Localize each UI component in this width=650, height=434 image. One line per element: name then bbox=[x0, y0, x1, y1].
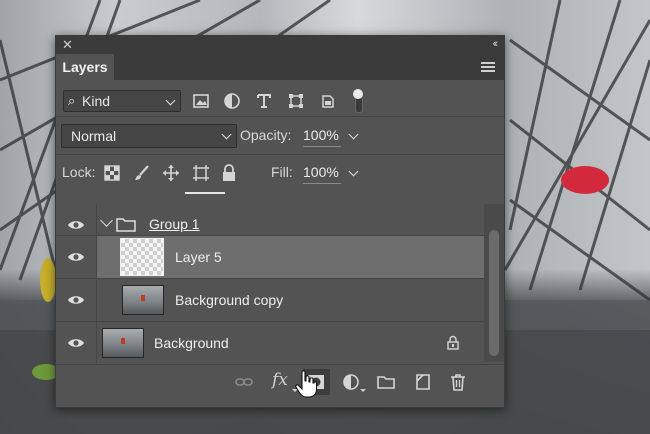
folder-icon bbox=[116, 218, 136, 232]
delete-layer-icon[interactable] bbox=[448, 372, 468, 392]
divider bbox=[96, 322, 97, 364]
layers-scrollbar[interactable] bbox=[484, 204, 504, 362]
divider bbox=[96, 279, 97, 321]
hand-pointer-cursor-icon bbox=[295, 370, 317, 398]
toggle-track bbox=[355, 97, 363, 113]
chevron-down-icon bbox=[221, 129, 232, 140]
layer-row[interactable]: Background bbox=[56, 322, 484, 364]
layer-name: Layer 5 bbox=[175, 249, 222, 265]
filter-kind-label: Kind bbox=[82, 93, 111, 109]
tab-layers[interactable]: Layers bbox=[56, 54, 114, 80]
link-layers-icon[interactable] bbox=[234, 372, 254, 392]
visibility-cell bbox=[56, 322, 96, 364]
layer-name: Background copy bbox=[175, 292, 284, 308]
filter-toggle-switch[interactable] bbox=[353, 89, 363, 113]
thumbnail-detail bbox=[141, 295, 145, 301]
visibility-cell bbox=[56, 236, 96, 278]
lock-all-icon[interactable] bbox=[220, 164, 238, 182]
layer-name: Background bbox=[154, 335, 229, 351]
expand-chevron-icon[interactable] bbox=[100, 214, 113, 227]
fill-value: 100% bbox=[303, 164, 339, 180]
divider bbox=[56, 154, 504, 155]
panel-titlebar: ✕ ‹‹ bbox=[56, 36, 504, 54]
divider bbox=[96, 236, 97, 278]
lock-position-icon[interactable] bbox=[162, 164, 180, 182]
layer-name: Group 1 bbox=[149, 216, 200, 232]
close-icon[interactable]: ✕ bbox=[62, 37, 73, 53]
visibility-cell bbox=[56, 279, 96, 321]
lock-label: Lock: bbox=[62, 164, 96, 180]
eye-icon[interactable] bbox=[67, 251, 85, 263]
opacity-label: Opacity: bbox=[240, 127, 292, 143]
panel-menu-icon[interactable] bbox=[481, 62, 495, 72]
chevron-down-icon bbox=[165, 95, 176, 106]
red-object bbox=[561, 166, 609, 194]
filter-kind-dropdown[interactable]: ⌕ Kind bbox=[63, 90, 181, 112]
adjustment-filter-icon[interactable] bbox=[223, 92, 241, 110]
new-group-icon[interactable] bbox=[376, 372, 396, 392]
image-filter-icon[interactable] bbox=[192, 92, 210, 110]
smart-object-filter-icon[interactable] bbox=[319, 92, 337, 110]
chevron-down-icon bbox=[348, 129, 359, 140]
chevron-down-icon bbox=[348, 166, 359, 177]
eye-icon[interactable] bbox=[67, 337, 85, 349]
panel-tab-row: Layers bbox=[56, 54, 504, 80]
shape-filter-icon[interactable] bbox=[287, 92, 305, 110]
eye-icon[interactable] bbox=[67, 294, 85, 306]
search-icon: ⌕ bbox=[68, 93, 76, 108]
toggle-knob bbox=[353, 89, 363, 99]
blend-mode-dropdown[interactable]: Normal bbox=[61, 124, 237, 148]
collapse-panel-icon[interactable]: ‹‹ bbox=[493, 38, 499, 50]
scrollbar-thumb[interactable] bbox=[489, 230, 499, 356]
lock-icon[interactable] bbox=[446, 335, 460, 350]
type-filter-icon[interactable] bbox=[255, 92, 273, 110]
eye-icon[interactable] bbox=[67, 219, 85, 231]
new-layer-icon[interactable] bbox=[413, 372, 433, 392]
yellow-object bbox=[40, 258, 56, 302]
divider bbox=[56, 116, 504, 117]
list-scroll-indicator bbox=[185, 192, 225, 194]
opacity-input[interactable]: 100% bbox=[303, 127, 359, 147]
fill-label: Fill: bbox=[271, 164, 293, 180]
new-adjustment-layer-icon[interactable] bbox=[341, 372, 361, 392]
lock-image-pixels-icon[interactable] bbox=[133, 164, 151, 182]
layers-bottom-toolbar: fx bbox=[56, 364, 504, 399]
lock-transparent-pixels-icon[interactable] bbox=[103, 164, 121, 182]
layers-list: Group 1 Layer 5 Background copy Backgrou… bbox=[56, 204, 484, 364]
fill-underline bbox=[303, 183, 341, 184]
fill-input[interactable]: 100% bbox=[303, 164, 359, 184]
blend-mode-value: Normal bbox=[71, 128, 117, 144]
layer-row-selected[interactable]: Layer 5 bbox=[56, 236, 484, 278]
fx-icon[interactable]: fx bbox=[272, 370, 288, 390]
dropdown-indicator-icon bbox=[360, 389, 366, 392]
layer-row[interactable]: Background copy bbox=[56, 279, 484, 321]
opacity-underline bbox=[303, 146, 341, 147]
lock-artboard-icon[interactable] bbox=[192, 164, 210, 182]
opacity-value: 100% bbox=[303, 127, 339, 143]
thumbnail-detail bbox=[121, 338, 125, 344]
photo-thumbnail[interactable] bbox=[122, 285, 164, 315]
transparent-layer-thumbnail[interactable] bbox=[120, 238, 164, 276]
layers-panel: ✕ ‹‹ Layers ⌕ Kind Normal Opacity: 100% … bbox=[55, 35, 505, 408]
photo-thumbnail[interactable] bbox=[102, 328, 144, 358]
